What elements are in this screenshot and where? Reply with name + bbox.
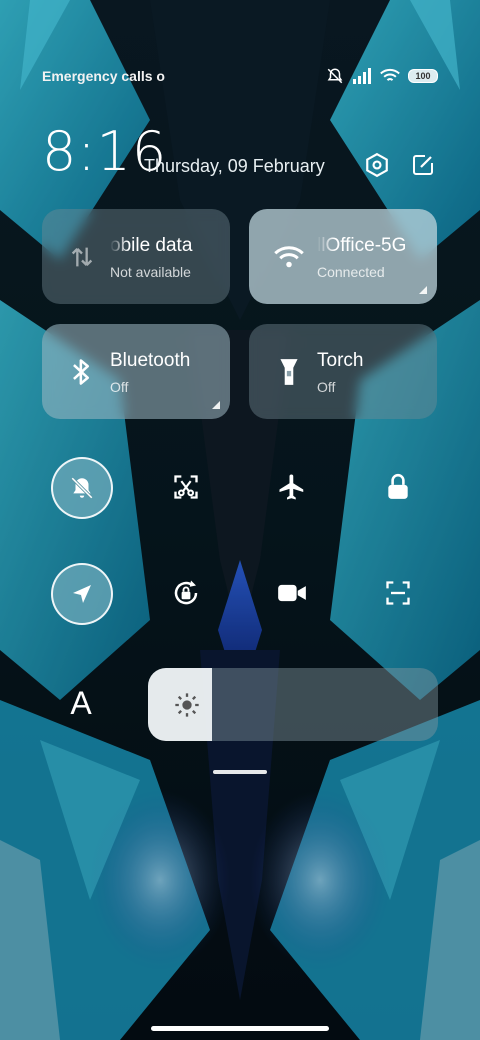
auto-brightness-button[interactable]: A xyxy=(64,684,98,721)
gesture-bar[interactable] xyxy=(151,1026,329,1031)
toggle-screen-record[interactable] xyxy=(262,563,322,623)
airplane-icon xyxy=(279,474,304,500)
expand-corner-icon xyxy=(212,401,220,409)
toggle-screenshot[interactable] xyxy=(156,457,216,517)
date: Thursday, 09 February xyxy=(144,156,325,176)
toggle-scanner[interactable] xyxy=(368,563,428,623)
lock-icon xyxy=(388,473,408,499)
wifi-icon xyxy=(273,241,305,273)
settings-button[interactable] xyxy=(362,150,392,180)
tile-status: Off xyxy=(317,379,336,395)
expand-corner-icon xyxy=(419,286,427,294)
screenshot-icon xyxy=(174,475,198,499)
status-icons: 100 xyxy=(326,66,438,86)
toggle-airplane[interactable] xyxy=(262,457,322,517)
brightness-slider[interactable] xyxy=(148,668,438,741)
auto-brightness-label: A xyxy=(70,684,92,721)
tile-status: Connected xyxy=(317,264,385,280)
wifi-status-icon xyxy=(380,68,400,81)
signal-icon xyxy=(353,68,371,84)
tile-label: llOffice-5G xyxy=(317,235,407,256)
carrier-text: Emergency calls o xyxy=(42,68,165,84)
sun-icon xyxy=(172,690,202,720)
panel-handle[interactable] xyxy=(213,770,267,774)
status-bar: Emergency calls o 100 xyxy=(0,62,480,90)
tile-status: Not available xyxy=(110,264,191,280)
screen-record-icon xyxy=(278,584,306,602)
scanner-icon xyxy=(386,581,410,605)
silent-icon xyxy=(71,477,93,499)
tile-label: obile data xyxy=(110,235,193,256)
toggle-rotation-lock[interactable] xyxy=(156,563,216,623)
torch-icon xyxy=(273,356,305,388)
tile-torch[interactable]: Torch Off xyxy=(249,324,437,419)
toggle-silent[interactable] xyxy=(51,457,113,519)
tile-mobile-data[interactable]: obile data Not available xyxy=(42,209,230,304)
mobile-data-icon xyxy=(66,241,98,273)
tile-wifi[interactable]: llOffice-5G Connected xyxy=(249,209,437,304)
tile-status: Off xyxy=(110,379,129,395)
rotation-lock-icon xyxy=(174,580,198,605)
settings-icon xyxy=(366,152,388,178)
bluetooth-icon xyxy=(66,356,98,388)
edit-icon xyxy=(413,155,433,175)
mute-icon xyxy=(327,68,343,84)
tile-label: Bluetooth xyxy=(110,350,191,371)
battery-icon: 100 xyxy=(408,69,438,83)
tile-bluetooth[interactable]: Bluetooth Off xyxy=(42,324,230,419)
toggle-lock[interactable] xyxy=(368,457,428,517)
toggle-location[interactable] xyxy=(51,563,113,625)
location-icon xyxy=(73,585,91,603)
edit-button[interactable] xyxy=(408,150,438,180)
tile-label: Torch xyxy=(317,350,364,371)
